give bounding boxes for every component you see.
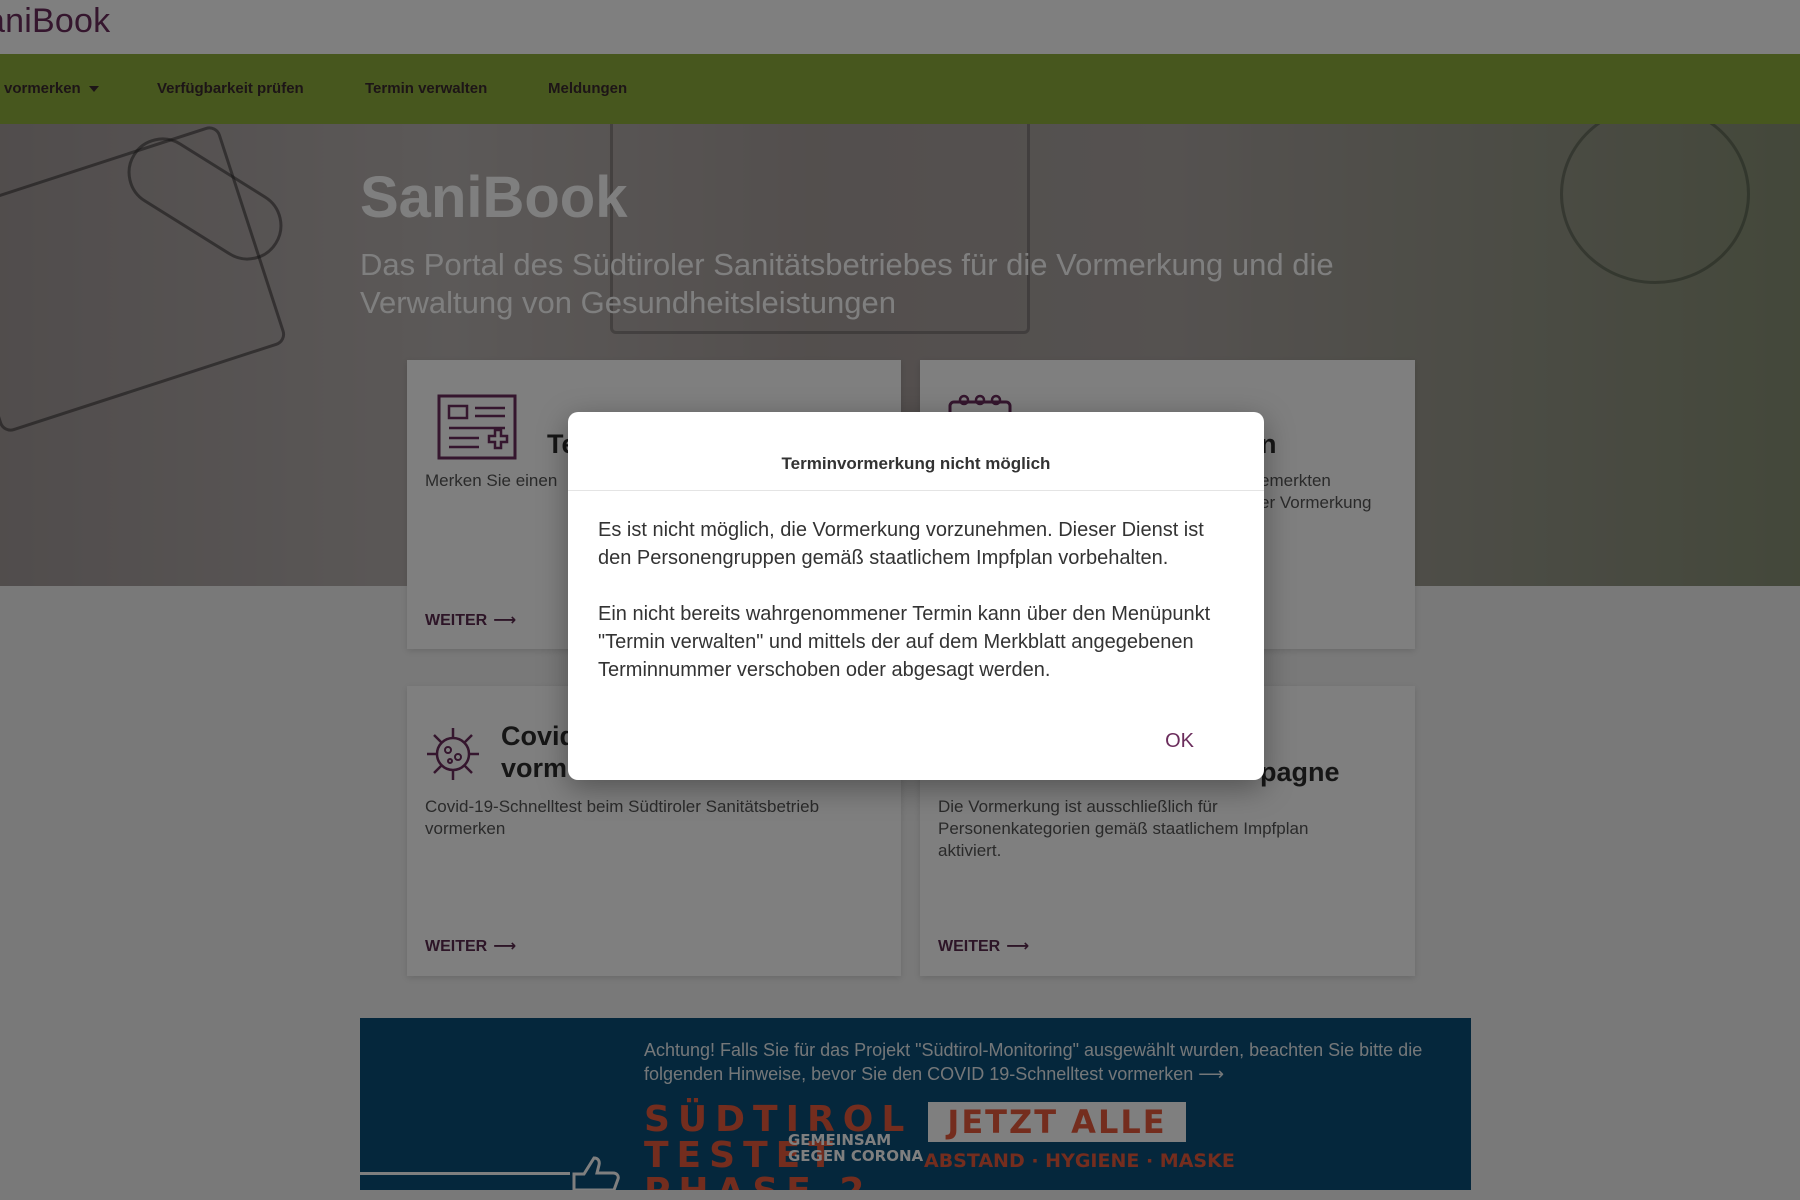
- ok-button[interactable]: OK: [1165, 730, 1194, 753]
- alert-dialog: Terminvormerkung nicht möglich Es ist ni…: [568, 412, 1264, 780]
- dialog-paragraph: Ein nicht bereits wahrgenommener Termin …: [598, 603, 1211, 681]
- dialog-paragraph: Es ist nicht möglich, die Vormerkung vor…: [598, 519, 1204, 569]
- dialog-body: Es ist nicht möglich, die Vormerkung vor…: [598, 516, 1238, 684]
- dialog-title: Terminvormerkung nicht möglich: [781, 454, 1051, 473]
- dialog-divider: [568, 490, 1264, 491]
